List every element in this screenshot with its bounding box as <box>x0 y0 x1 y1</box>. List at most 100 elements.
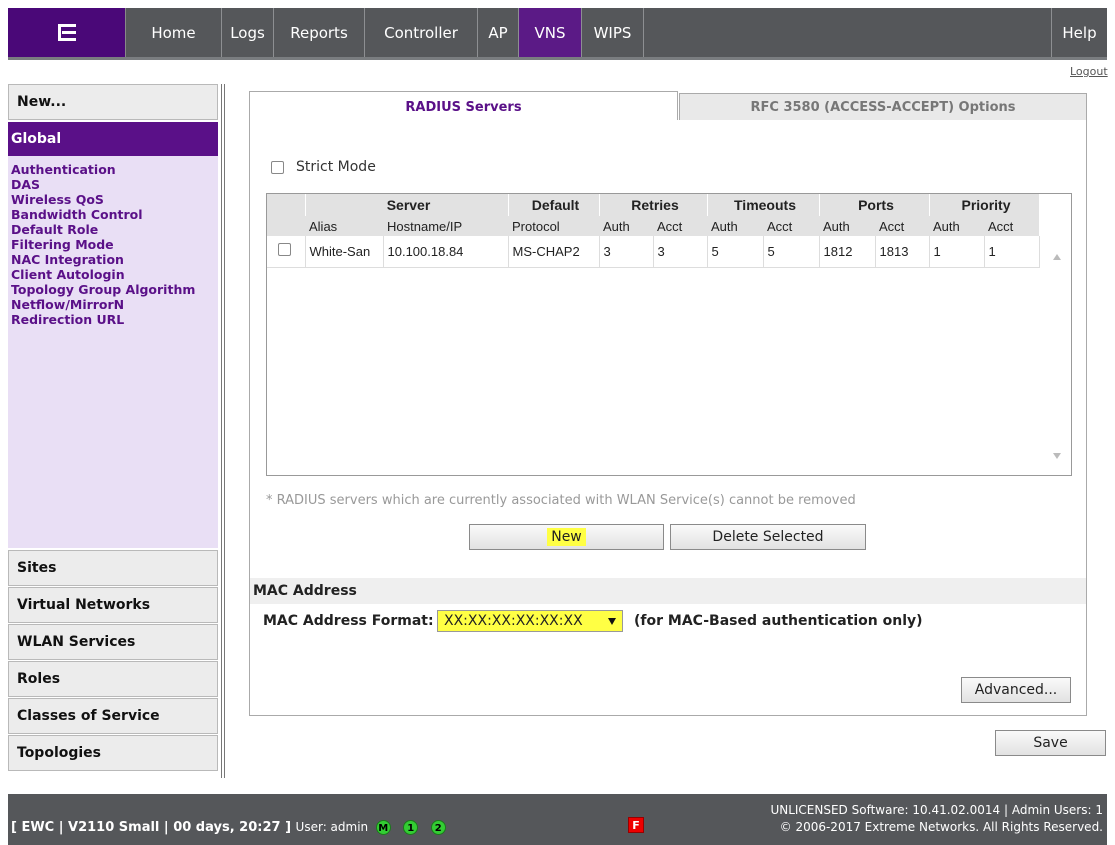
sidebar-item-nac-integration[interactable]: NAC Integration <box>11 252 218 267</box>
license-info: UNLICENSED Software: 10.41.02.0014 | Adm… <box>770 803 1103 817</box>
copyright: © 2006-2017 Extreme Networks. All Rights… <box>779 820 1103 834</box>
status-system-info: [ EWC | V2110 Small | 00 days, 20:27 ] <box>11 820 292 835</box>
cell-retries-auth: 3 <box>599 236 654 268</box>
col-priority-auth[interactable]: Auth <box>929 216 984 236</box>
sidebar-item-topology-group-algorithm[interactable]: Topology Group Algorithm <box>11 282 218 297</box>
mac-format-value: XX:XX:XX:XX:XX:XX <box>444 613 583 629</box>
col-group-timeouts: Timeouts <box>707 194 820 216</box>
dropdown-arrow-icon <box>608 618 616 625</box>
col-ports-acct[interactable]: Acct <box>875 216 929 236</box>
status-left: [ EWC | V2110 Small | 00 days, 20:27 ] U… <box>11 820 446 835</box>
sidebar-item-wireless-qos[interactable]: Wireless QoS <box>11 192 218 207</box>
sidebar-classes-of-service[interactable]: Classes of Service <box>8 698 218 734</box>
cell-priority-acct: 1 <box>984 236 1040 268</box>
delete-selected-button[interactable]: Delete Selected <box>670 524 866 550</box>
col-group-default: Default <box>508 194 600 216</box>
nav-tab-vns[interactable]: VNS <box>519 8 582 57</box>
status-user: User: admin <box>295 820 369 834</box>
tab-rfc3580-options[interactable]: RFC 3580 (ACCESS-ACCEPT) Options <box>679 93 1087 121</box>
sidebar-wlan-services[interactable]: WLAN Services <box>8 624 218 660</box>
cell-timeouts-auth: 5 <box>707 236 764 268</box>
extreme-networks-logo-icon <box>57 24 76 41</box>
sidebar-splitter[interactable] <box>221 84 225 778</box>
sidebar-new[interactable]: New... <box>8 84 218 120</box>
col-group-retries: Retries <box>599 194 708 216</box>
sidebar-sites[interactable]: Sites <box>8 550 218 586</box>
status-badge-2-icon[interactable]: 2 <box>430 820 446 835</box>
sidebar-global-submenu: Authentication DAS Wireless QoS Bandwidt… <box>8 156 218 548</box>
radius-server-table: Server Default Retries Timeouts Ports Pr… <box>266 193 1072 476</box>
scroll-down-icon[interactable] <box>1053 453 1061 459</box>
cell-ports-acct: 1813 <box>875 236 930 268</box>
table-group-header-row: Server Default Retries Timeouts Ports Pr… <box>267 194 1040 216</box>
cell-priority-auth: 1 <box>929 236 985 268</box>
strict-mode-row: Strict Mode <box>271 159 376 175</box>
sidebar-item-das[interactable]: DAS <box>11 177 218 192</box>
sidebar-item-client-autologin[interactable]: Client Autologin <box>11 267 218 282</box>
select-column-header <box>267 194 306 216</box>
logout-link[interactable]: Logout <box>1070 65 1108 78</box>
nav-tab-help[interactable]: Help <box>1052 8 1107 57</box>
cell-ports-auth: 1812 <box>819 236 876 268</box>
col-group-priority: Priority <box>929 194 1040 216</box>
nav-tab-controller[interactable]: Controller <box>365 8 478 57</box>
sidebar-item-redirection-url[interactable]: Redirection URL <box>11 312 218 327</box>
status-bar: [ EWC | V2110 Small | 00 days, 20:27 ] U… <box>8 794 1107 845</box>
mac-address-section-title: MAC Address <box>250 578 1086 604</box>
sidebar-item-default-role[interactable]: Default Role <box>11 222 218 237</box>
status-badge-1-icon[interactable]: 1 <box>403 820 419 835</box>
col-alias[interactable]: Alias <box>305 216 383 236</box>
col-retries-auth[interactable]: Auth <box>599 216 653 236</box>
select-column-subheader <box>267 216 305 236</box>
table-sub-header-row: Alias Hostname/IP Protocol Auth Acct Aut… <box>267 216 1039 236</box>
nav-tab-ap[interactable]: AP <box>478 8 519 57</box>
tab-radius-servers[interactable]: RADIUS Servers <box>249 91 678 121</box>
nav-tab-logs[interactable]: Logs <box>222 8 274 57</box>
status-right: UNLICENSED Software: 10.41.02.0014 | Adm… <box>770 802 1103 836</box>
col-group-server: Server <box>305 194 509 216</box>
mac-format-select[interactable]: XX:XX:XX:XX:XX:XX <box>437 610 623 632</box>
nav-tab-reports[interactable]: Reports <box>274 8 365 57</box>
col-ports-auth[interactable]: Auth <box>819 216 875 236</box>
status-badge-m-icon[interactable]: M <box>375 820 391 835</box>
col-hostname-ip[interactable]: Hostname/IP <box>383 216 508 236</box>
nav-tab-home[interactable]: Home <box>126 8 222 57</box>
col-retries-acct[interactable]: Acct <box>653 216 707 236</box>
advanced-button[interactable]: Advanced... <box>961 677 1071 703</box>
cell-alias: White-San <box>305 236 384 268</box>
cell-timeouts-acct: 5 <box>763 236 820 268</box>
nav-tab-wips[interactable]: WIPS <box>582 8 644 57</box>
table-row[interactable]: White-San 10.100.18.84 MS-CHAP2 3 3 5 5 … <box>267 236 1040 268</box>
sidebar-item-authentication[interactable]: Authentication <box>11 162 218 177</box>
new-button-label: New <box>547 528 586 546</box>
col-priority-acct[interactable]: Acct <box>984 216 1039 236</box>
sidebar-item-bandwidth-control[interactable]: Bandwidth Control <box>11 207 218 222</box>
col-timeouts-acct[interactable]: Acct <box>763 216 819 236</box>
scroll-up-icon[interactable] <box>1053 254 1061 260</box>
sidebar-virtual-networks[interactable]: Virtual Networks <box>8 587 218 623</box>
nav-spacer <box>644 8 1052 57</box>
row-select-checkbox[interactable] <box>278 243 291 257</box>
sidebar: New... Global Authentication DAS Wireles… <box>8 84 218 774</box>
sidebar-item-netflow-mirrorn[interactable]: Netflow/MirrorN <box>11 297 218 312</box>
save-button[interactable]: Save <box>995 730 1106 756</box>
radius-note: * RADIUS servers which are currently ass… <box>266 493 856 508</box>
col-protocol[interactable]: Protocol <box>508 216 599 236</box>
strict-mode-checkbox[interactable] <box>271 160 284 174</box>
cell-retries-acct: 3 <box>653 236 708 268</box>
row-select-cell <box>267 236 306 268</box>
col-timeouts-auth[interactable]: Auth <box>707 216 763 236</box>
new-button[interactable]: New <box>469 524 664 550</box>
top-nav: Home Logs Reports Controller AP VNS WIPS… <box>8 8 1107 60</box>
strict-mode-label: Strict Mode <box>296 159 376 175</box>
sidebar-topologies[interactable]: Topologies <box>8 735 218 771</box>
sidebar-global[interactable]: Global <box>8 122 218 156</box>
col-group-ports: Ports <box>819 194 930 216</box>
mac-format-note: (for MAC-Based authentication only) <box>634 613 923 629</box>
sidebar-item-filtering-mode[interactable]: Filtering Mode <box>11 237 218 252</box>
cell-protocol: MS-CHAP2 <box>508 236 600 268</box>
mac-format-label: MAC Address Format: <box>263 613 434 629</box>
status-flag-icon[interactable]: F <box>628 817 644 833</box>
logo[interactable] <box>8 8 126 57</box>
sidebar-roles[interactable]: Roles <box>8 661 218 697</box>
